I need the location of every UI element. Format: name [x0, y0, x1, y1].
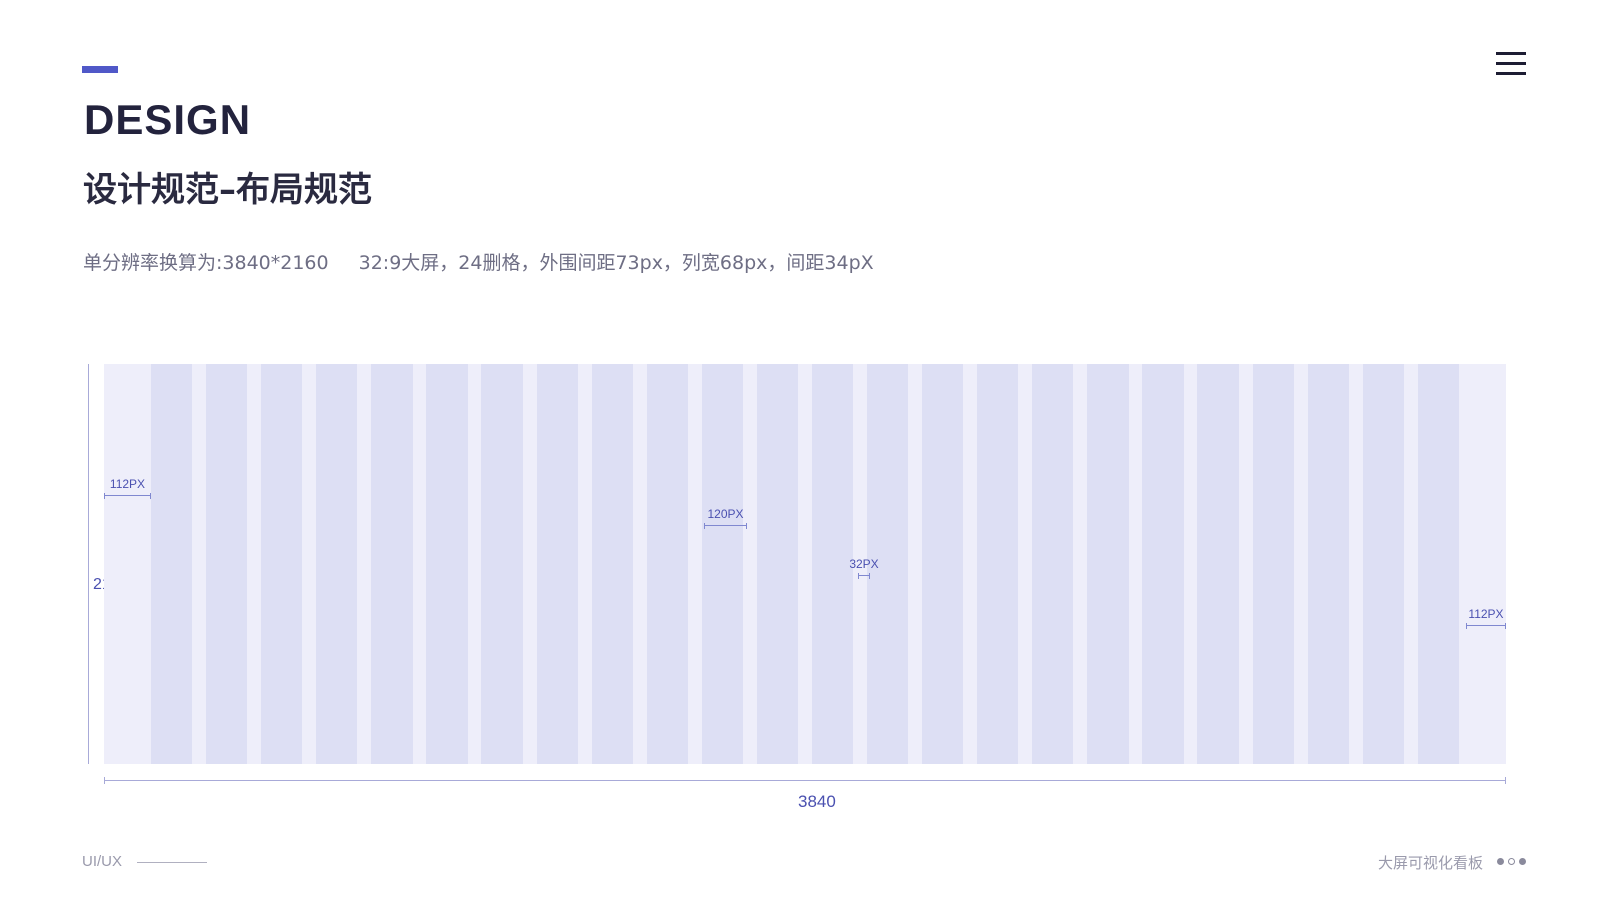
grid-column	[261, 364, 303, 764]
grid-column	[1307, 364, 1349, 764]
grid-column	[1142, 364, 1184, 764]
right-margin-label: 112PX	[1468, 607, 1504, 621]
hamburger-menu-icon[interactable]	[1496, 52, 1526, 76]
grid-column	[536, 364, 578, 764]
grid-column	[1252, 364, 1294, 764]
layout-grid	[104, 364, 1506, 764]
column-width-annotation: 120PX	[704, 507, 747, 529]
grid-column	[922, 364, 964, 764]
grid-column	[1032, 364, 1074, 764]
pager-dots[interactable]	[1497, 858, 1527, 866]
grid-column	[151, 364, 193, 764]
grid-column	[646, 364, 688, 764]
left-margin-annotation: 112PX	[104, 477, 151, 499]
grid-column	[206, 364, 248, 764]
page-subtitle: 设计规范–布局规范	[83, 170, 372, 210]
grid-column	[701, 364, 744, 764]
footer-dashboard-label: 大屏可视化看板	[1378, 854, 1484, 872]
grid-column	[1197, 364, 1239, 764]
left-margin-label: 112PX	[109, 477, 146, 491]
footer-divider	[137, 862, 207, 863]
column-width-label: 120PX	[707, 507, 744, 521]
height-dimension-line	[88, 364, 89, 764]
grid-column	[316, 364, 358, 764]
grid-column	[371, 364, 413, 764]
grid-column	[1087, 364, 1129, 764]
right-margin-annotation: 112PX	[1466, 607, 1506, 629]
grid-column	[591, 364, 633, 764]
grid-column	[1417, 364, 1459, 764]
pager-dot[interactable]	[1497, 858, 1504, 865]
grid-column	[977, 364, 1019, 764]
gutter-label: 32PX	[849, 557, 879, 571]
title-accent-bar	[82, 66, 118, 73]
grid-column	[426, 364, 468, 764]
grid-column	[756, 364, 799, 764]
pager-dot[interactable]	[1519, 858, 1526, 865]
page-title: DESIGN	[84, 96, 252, 143]
grid-column	[1362, 364, 1404, 764]
gutter-annotation: 32PX	[844, 557, 884, 579]
page-description: 单分辨率换算为:3840*2160 32:9大屏，24删格，外围间距73px，列宽…	[83, 248, 874, 275]
resolution-text: 单分辨率换算为:3840*2160	[83, 252, 329, 274]
grid-column	[481, 364, 523, 764]
grid-spec-text: 32:9大屏，24删格，外围间距73px，列宽68px，间距34pX	[358, 252, 874, 274]
width-dimension-line	[104, 777, 1506, 784]
footer-uiux-label: UI/UX	[82, 853, 123, 870]
width-label: 3840	[798, 792, 836, 811]
pager-dot[interactable]	[1508, 858, 1515, 865]
